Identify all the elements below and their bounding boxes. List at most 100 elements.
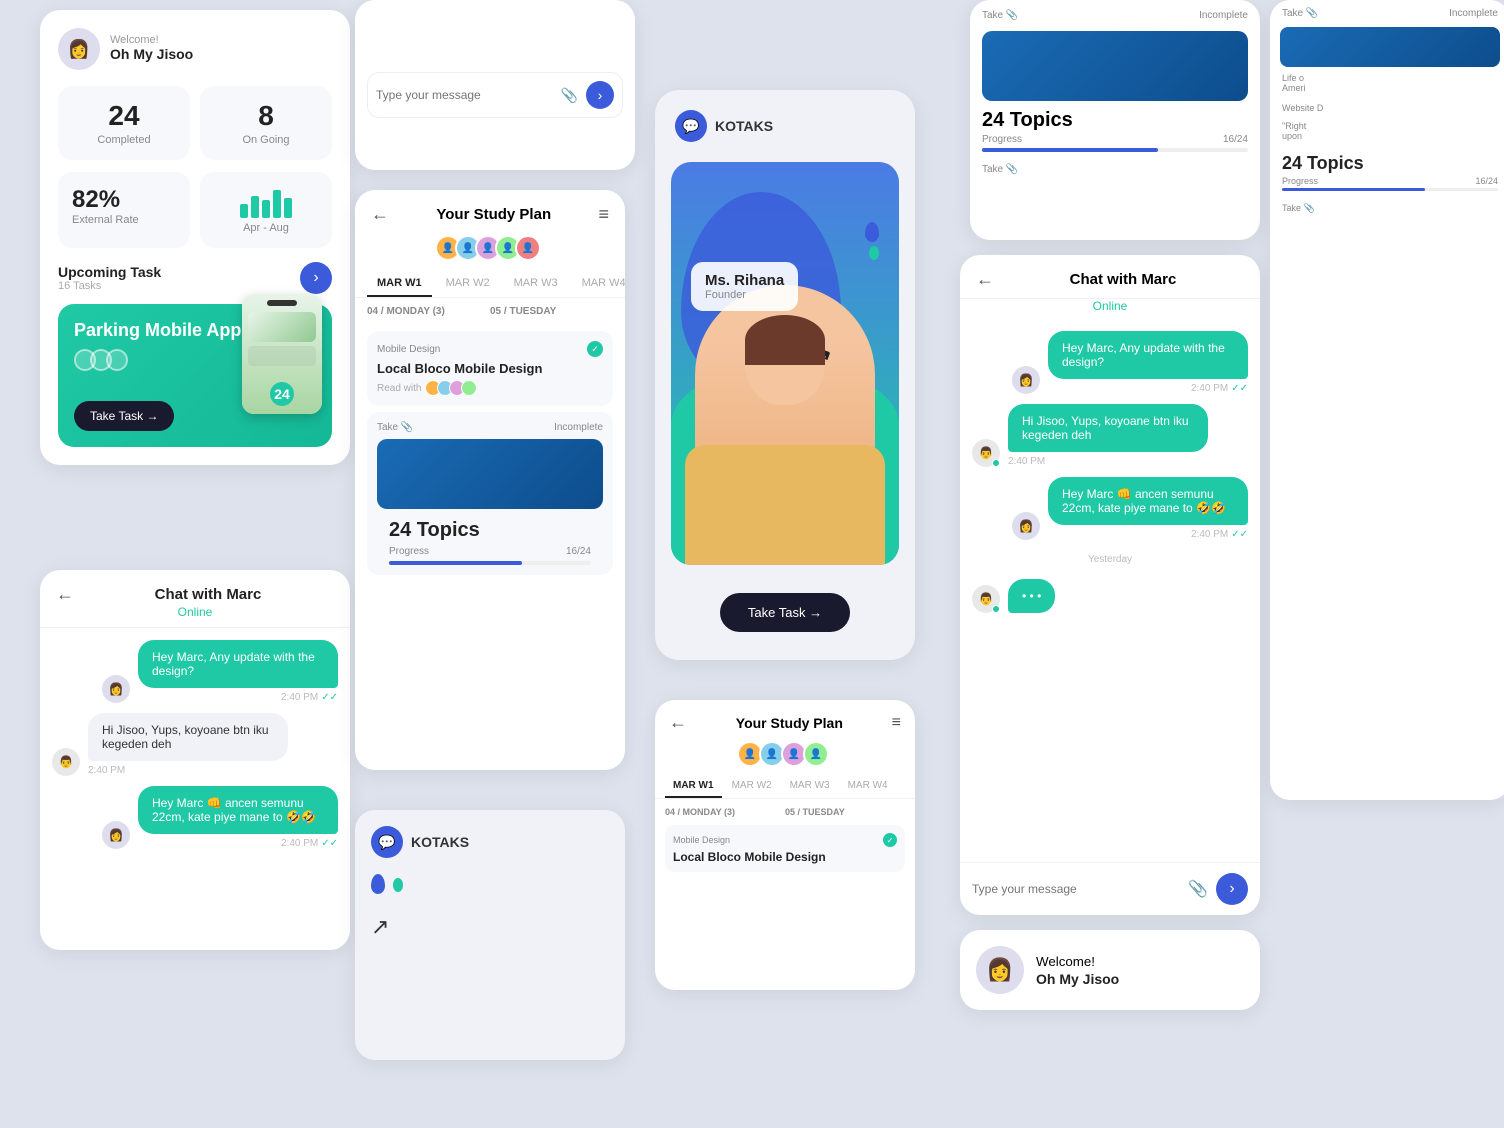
chat-large-card: ← Chat with Marc Online Hey Marc, Any up…: [960, 255, 1260, 915]
msg-time-lg1: 2:40 PM: [1191, 383, 1228, 394]
rp-take: Take 📎: [1282, 8, 1318, 19]
bar5: [284, 198, 292, 218]
message-row-lg: Hey Marc, Any update with the design? 2:…: [972, 331, 1248, 394]
take-label: Take 📎: [377, 422, 413, 433]
study2-menu-icon: ≡: [892, 714, 901, 732]
rp-progress-lbl: Progress: [1282, 176, 1318, 186]
msg-time: 2:40 PM: [281, 838, 318, 849]
study2-back-button[interactable]: ←: [669, 712, 687, 733]
progress-bar: [389, 561, 591, 565]
week-tabs2: MAR W1 MAR W2 MAR W3 MAR W4: [655, 775, 915, 799]
chart-stat: Apr - Aug: [200, 172, 332, 248]
check-icon-small: ✓: [883, 833, 897, 847]
incomplete-item: Take 📎 Incomplete 24 Topics Progress 16/…: [367, 412, 613, 575]
day2-label2: 05 / TUESDAY: [785, 807, 905, 817]
chat-large-body: Hey Marc, Any update with the design? 2:…: [960, 319, 1260, 862]
bar4: [273, 190, 281, 218]
kotaks-card2: 💬 KOTAKS ↗: [355, 810, 625, 1060]
study-header: ← Your Study Plan ≡: [355, 190, 625, 235]
online-dot2: [992, 605, 1000, 613]
chat-large-online: Online: [960, 299, 1260, 319]
tab-mar-w1[interactable]: MAR W1: [367, 271, 432, 297]
take-task-button[interactable]: Take Task →: [720, 593, 850, 632]
kotaks-name: KOTAKS: [715, 118, 773, 134]
chart-label: Apr - Aug: [243, 222, 289, 234]
attach-icon: 📎: [561, 87, 578, 104]
received-message-lg: Hi Jisoo, Yups, koyoane btn iku kegeden …: [1008, 404, 1208, 452]
read-with-label: Read with: [377, 383, 421, 394]
ongoing-num: 8: [214, 100, 318, 132]
week-tabs: MAR W1 MAR W2 MAR W3 MAR W4: [355, 271, 625, 298]
arrow-deco2: ↗: [371, 914, 609, 940]
progress-fill: [389, 561, 522, 565]
chat-body: Hey Marc, Any update with the design? 2:…: [40, 628, 350, 950]
task-category: Mobile Design: [377, 344, 440, 355]
chat-large-header: ← Chat with Marc: [960, 255, 1260, 299]
day-row2: 04 / MONDAY (3) 05 / TUESDAY: [655, 799, 915, 821]
chat-input-top[interactable]: [376, 88, 553, 102]
online-badge: Online: [56, 605, 334, 619]
marc-avatar-lg: 👨: [972, 439, 1000, 467]
take-task-button[interactable]: Take Task →: [74, 401, 174, 431]
study2-header: ← Your Study Plan ≡: [655, 700, 915, 741]
check-icon-lg2: ✓✓: [1231, 529, 1248, 540]
chat-title: Chat with Marc: [82, 586, 334, 603]
welcome-br-card: 👩 Welcome! Oh My Jisoo: [960, 930, 1260, 1010]
typing-indicator: • • •: [1008, 579, 1055, 613]
kotaks-icon: 💬: [675, 110, 707, 142]
typing-row: 👨 • • •: [972, 579, 1248, 613]
rp-progress-val: 16/24: [1475, 176, 1498, 186]
welcome-br-text: Welcome! Oh My Jisoo: [1036, 953, 1119, 987]
ongoing-stat: 8 On Going: [200, 86, 332, 160]
dot-green: [393, 878, 403, 892]
topic-image: [377, 439, 603, 509]
kotaks2-icon: 💬: [371, 826, 403, 858]
dot-blue: [371, 874, 385, 894]
dashboard-card: 👩 Welcome! Oh My Jisoo 24 Completed 8 On…: [40, 10, 350, 465]
tab2-mar-w1[interactable]: MAR W1: [665, 775, 722, 798]
incomplete-status: Incomplete: [554, 422, 603, 433]
marc-avatar: 👨: [52, 748, 80, 776]
upcoming-arrow-button[interactable]: ›: [300, 262, 332, 294]
avatar: 👩: [58, 28, 100, 70]
rp-life-text: Life oAmeri: [1282, 73, 1306, 93]
tab-mar-w4[interactable]: MAR W4: [572, 271, 625, 297]
tab2-mar-w2[interactable]: MAR W2: [724, 775, 780, 798]
mini-chart: [240, 186, 292, 218]
task-card: Parking Mobile App Design Take Task → 24: [58, 304, 332, 447]
person-hair: [745, 315, 825, 365]
attach-icon-lg: 📎: [1188, 879, 1208, 899]
kotaks2-name: KOTAKS: [411, 834, 469, 850]
tab-mar-w2[interactable]: MAR W2: [436, 271, 500, 297]
welcome-br-avatar: 👩: [976, 946, 1024, 994]
right-topics-num: 24 Topics: [982, 109, 1248, 132]
received-message: Hi Jisoo, Yups, koyoane btn iku kegeden …: [88, 713, 288, 761]
send-button-top[interactable]: ›: [586, 81, 614, 109]
right-take-label: Take 📎: [970, 160, 1260, 179]
task-small-title: Local Bloco Mobile Design: [673, 850, 897, 864]
person-head: [745, 315, 825, 405]
rp-topics-area: 24 Topics Progress 16/24: [1270, 145, 1504, 199]
chat-large-input-area: 📎 ›: [960, 862, 1260, 915]
chat-back-button[interactable]: ←: [56, 584, 74, 605]
check-icon-lg: ✓✓: [1231, 383, 1248, 394]
study-back-button[interactable]: ←: [371, 204, 389, 225]
chat-large-back-button[interactable]: ←: [976, 269, 994, 290]
tab2-mar-w4[interactable]: MAR W4: [840, 775, 896, 798]
online-dot: [992, 459, 1000, 467]
menu-icon[interactable]: ≡: [598, 204, 609, 225]
tab-mar-w3[interactable]: MAR W3: [504, 271, 568, 297]
sent-message: Hey Marc 👊 ancen semunu 22cm, kate piye …: [138, 786, 338, 834]
day-headers: 04 / MONDAY (3) 05 / TUESDAY: [355, 298, 625, 325]
send-button-lg[interactable]: ›: [1216, 873, 1248, 905]
take-label-r: Take 📎: [982, 10, 1018, 21]
completed-stat: 24 Completed: [58, 86, 190, 160]
kotaks2-content: ↗: [371, 874, 609, 940]
rp-incomplete: Incomplete: [1449, 8, 1498, 19]
welcome-label: Welcome!: [110, 34, 193, 46]
task-item: Mobile Design ✓ Local Bloco Mobile Desig…: [367, 331, 613, 406]
kotaks-card: 💬 KOTAKS Ms. Rihana Founder ↗ Take Task …: [655, 90, 915, 660]
tab2-mar-w3[interactable]: MAR W3: [782, 775, 838, 798]
topics-title: 24 Topics: [389, 519, 591, 542]
chat-large-input[interactable]: [972, 882, 1180, 896]
